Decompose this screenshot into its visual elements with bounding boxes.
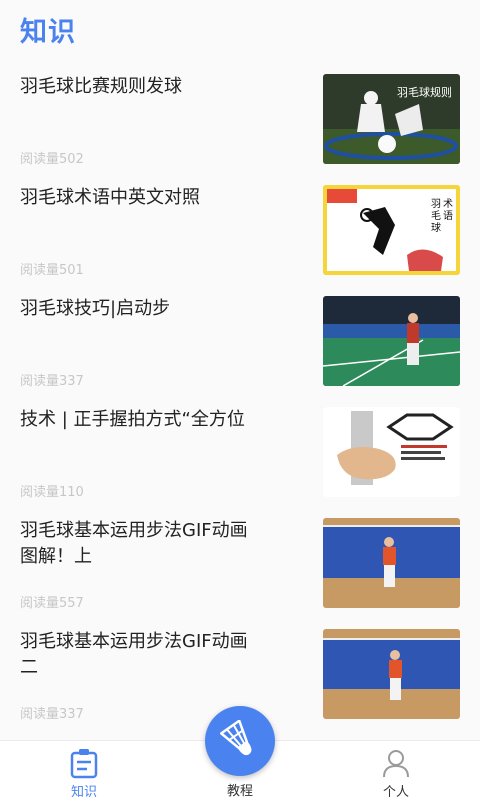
article-title: 技术 | 正手握拍方式“全方位 [20, 409, 245, 430]
tab-knowledge[interactable]: 知识 [44, 741, 124, 801]
list-item[interactable]: 羽毛球比赛规则发球 阅读量502 羽毛球规则 [0, 64, 480, 175]
article-list: 羽毛球比赛规则发球 阅读量502 羽毛球规则 羽毛球术语中英文对照 阅读量501 [0, 64, 480, 730]
tab-profile-label: 个人 [382, 785, 409, 800]
list-item[interactable]: 技术 | 正手握拍方式“全方位 阅读量110 [0, 397, 480, 508]
article-title: 羽毛球基本运用步法GIF动画图解！上 [20, 520, 248, 567]
read-count: 阅读量337 [20, 374, 84, 389]
svg-text:语: 语 [443, 210, 453, 222]
tab-profile[interactable]: 个人 [356, 741, 436, 801]
list-item[interactable]: 羽毛球术语中英文对照 阅读量501 羽 毛 球 术 语 [0, 175, 480, 286]
read-count: 阅读量502 [20, 152, 84, 167]
svg-text:球: 球 [431, 221, 441, 234]
article-title: 羽毛球术语中英文对照 [20, 187, 200, 208]
list-item[interactable]: 羽毛球基本运用步法GIF动画图解！上 阅读量557 [0, 508, 480, 619]
read-count: 阅读量557 [20, 596, 84, 611]
thumb-caption: 羽毛球规则 [397, 85, 452, 99]
list-item[interactable]: 羽毛球技巧|启动步 阅读量337 [0, 286, 480, 397]
article-thumbnail [323, 629, 460, 719]
article-thumbnail [323, 518, 460, 608]
tab-tutorial-label[interactable]: 教程 [200, 780, 280, 799]
article-title: 羽毛球技巧|启动步 [20, 298, 171, 319]
page-title: 知识 [20, 17, 76, 48]
svg-text:毛: 毛 [431, 210, 441, 222]
svg-text:羽: 羽 [431, 198, 441, 210]
shuttlecock-icon [219, 720, 252, 756]
article-thumbnail: 羽 毛 球 术 语 [323, 185, 460, 275]
user-icon [383, 750, 409, 778]
document-icon [70, 749, 98, 779]
article-thumbnail [323, 407, 460, 497]
article-title: 羽毛球比赛规则发球 [20, 76, 182, 97]
tab-knowledge-label: 知识 [70, 785, 97, 800]
read-count: 阅读量337 [20, 707, 84, 722]
read-count: 阅读量501 [20, 263, 84, 278]
article-thumbnail [323, 296, 460, 386]
article-title: 羽毛球基本运用步法GIF动画二 [20, 631, 248, 678]
tutorial-button[interactable] [205, 706, 275, 776]
read-count: 阅读量110 [20, 485, 84, 500]
article-thumbnail: 羽毛球规则 [323, 74, 460, 164]
svg-text:术: 术 [443, 198, 453, 210]
